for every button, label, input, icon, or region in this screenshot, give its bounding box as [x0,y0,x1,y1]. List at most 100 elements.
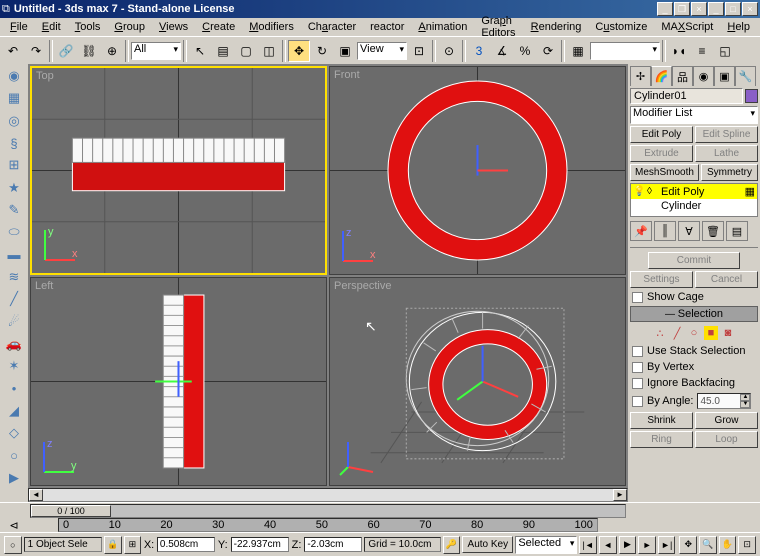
named-selections-button[interactable]: ▦ [567,40,589,62]
menu-views[interactable]: Views [153,20,194,34]
shrink-button[interactable]: Shrink [630,412,693,429]
select-region-button[interactable]: ▢ [235,40,257,62]
x-coord-input[interactable] [157,537,215,552]
viewport-front[interactable]: Front xz [329,66,626,275]
tab-modify[interactable]: 🌈 [651,66,672,86]
viewport-scrollbar[interactable]: ◄► [28,488,628,502]
stack-item-cylinder[interactable]: Cylinder [631,199,757,213]
menu-customize[interactable]: Customize [589,20,653,34]
mesh-icon[interactable]: ⊞ [3,155,25,175]
tab-create[interactable]: ✢ [630,66,651,86]
star-icon[interactable]: ★ [3,178,25,198]
redo-button[interactable]: ↷ [25,40,47,62]
restore-button[interactable]: ❐ [674,2,690,16]
maximize-viewport-icon[interactable]: ⊡ [738,536,756,554]
link-button[interactable]: 🔗 [55,40,77,62]
modifier-list-dropdown[interactable]: Modifier List [630,106,758,124]
scale-button[interactable]: ▣ [334,40,356,62]
angle-snap-button[interactable]: ∡ [491,40,513,62]
select-button[interactable]: ↖ [189,40,211,62]
modifier-stack[interactable]: 💡 ◊ Edit Poly ▦ Cylinder [630,183,758,217]
menu-tools[interactable]: Tools [69,20,107,34]
commit-button[interactable]: Commit [648,252,740,269]
menu-modifiers[interactable]: Modifiers [243,20,300,34]
lathe-button[interactable]: Lathe [695,145,758,162]
manipulate-button[interactable]: ⊙ [438,40,460,62]
mirror-button[interactable]: ◗◖ [668,40,690,62]
hinge-icon[interactable]: ◢ [3,401,25,421]
menu-reactor[interactable]: reactor [364,20,410,34]
rigid-body-icon[interactable]: ◉ [3,66,25,86]
expand-icon[interactable]: ◊ [647,186,659,197]
key-mode-icon[interactable]: 🔑 [443,536,461,554]
next-frame-button[interactable]: ► [638,536,656,554]
time-ruler[interactable]: 0102030405060708090100 [58,518,598,532]
refcoord-dropdown[interactable]: View [357,42,407,60]
configure-sets-button[interactable]: ▤ [726,221,748,241]
percent-snap-button[interactable]: % [514,40,536,62]
named-selection-dropdown[interactable] [590,42,660,60]
menu-group[interactable]: Group [108,20,151,34]
softbody-icon[interactable]: ◎ [3,111,25,131]
snap-toggle-button[interactable]: 3 [468,40,490,62]
camera-icon[interactable]: ▶ [3,468,25,488]
selection-filter-dropdown[interactable]: All [131,42,181,60]
timeline-prev-icon[interactable]: ⊲ [0,519,28,532]
border-subobj-icon[interactable]: ○ [687,326,701,340]
rotate-button[interactable]: ↻ [311,40,333,62]
autokey-button[interactable]: Auto Key [462,536,513,553]
angle-spinner[interactable]: ▲▼ [697,393,751,409]
lock-selection-icon[interactable]: ○ [4,536,22,554]
object-color-swatch[interactable] [745,89,758,103]
point-icon[interactable]: • [3,378,25,398]
by-angle-checkbox[interactable] [632,396,643,407]
extrude-button[interactable]: Extrude [630,145,693,162]
menu-rendering[interactable]: Rendering [525,20,588,34]
settings-button[interactable]: Settings [630,271,693,288]
stack-item-editpoly[interactable]: 💡 ◊ Edit Poly ▦ [631,184,757,199]
vertex-subobj-icon[interactable]: ∴ [653,326,667,340]
key-filter-dropdown[interactable]: Selected [515,536,577,554]
edge-subobj-icon[interactable]: ╱ [670,326,684,340]
spinner-snap-button[interactable]: ⟳ [537,40,559,62]
edit-spline-button[interactable]: Edit Spline [695,126,758,143]
show-result-button[interactable]: ║ [654,221,676,241]
tab-utilities[interactable]: 🔧 [735,66,756,86]
menu-file[interactable]: File [4,20,34,34]
tab-hierarchy[interactable]: 品 [672,66,693,86]
object-name-input[interactable] [630,88,743,104]
cloth-icon[interactable]: ▦ [3,88,25,108]
wind-icon[interactable]: ☄ [3,311,25,331]
selection-rollout[interactable]: — Selection [630,306,758,322]
tab-motion[interactable]: ◉ [693,66,714,86]
polygon-subobj-icon[interactable]: ■ [704,326,718,340]
use-stack-checkbox[interactable] [632,346,643,357]
prism-icon[interactable]: ◇ [3,423,25,443]
spring-icon[interactable]: ≋ [3,267,25,287]
loop-button[interactable]: Loop [695,431,758,448]
close-button-2[interactable]: × [742,2,758,16]
move-button[interactable]: ✥ [288,40,310,62]
tool-icon[interactable]: ✎ [3,200,25,220]
pin-stack-button[interactable]: 📌 [630,221,652,241]
play-button[interactable]: ▶ [619,536,637,554]
pan-icon[interactable]: ✋ [719,536,737,554]
prev-frame-button[interactable]: ◄ [599,536,617,554]
bind-button[interactable]: ⊕ [101,40,123,62]
menu-help[interactable]: Help [721,20,756,34]
minimize-button[interactable]: _ [657,2,673,16]
maximize-button[interactable]: □ [725,2,741,16]
rope-icon[interactable]: § [3,133,25,153]
meshsmooth-button[interactable]: MeshSmooth [630,164,699,181]
menu-maxscript[interactable]: MAXScript [655,20,719,34]
layers-button[interactable]: ◱ [714,40,736,62]
undo-button[interactable]: ↶ [2,40,24,62]
menu-animation[interactable]: Animation [412,20,473,34]
menu-grapheditors[interactable]: Graph Editors [475,14,522,40]
unlink-button[interactable]: ⛓ [78,40,100,62]
time-slider[interactable]: 0 / 100 [30,504,626,518]
fracture-icon[interactable]: ✶ [3,356,25,376]
grow-button[interactable]: Grow [695,412,758,429]
align-button[interactable]: ≡ [691,40,713,62]
capsule-icon[interactable]: ⬭ [3,222,25,242]
